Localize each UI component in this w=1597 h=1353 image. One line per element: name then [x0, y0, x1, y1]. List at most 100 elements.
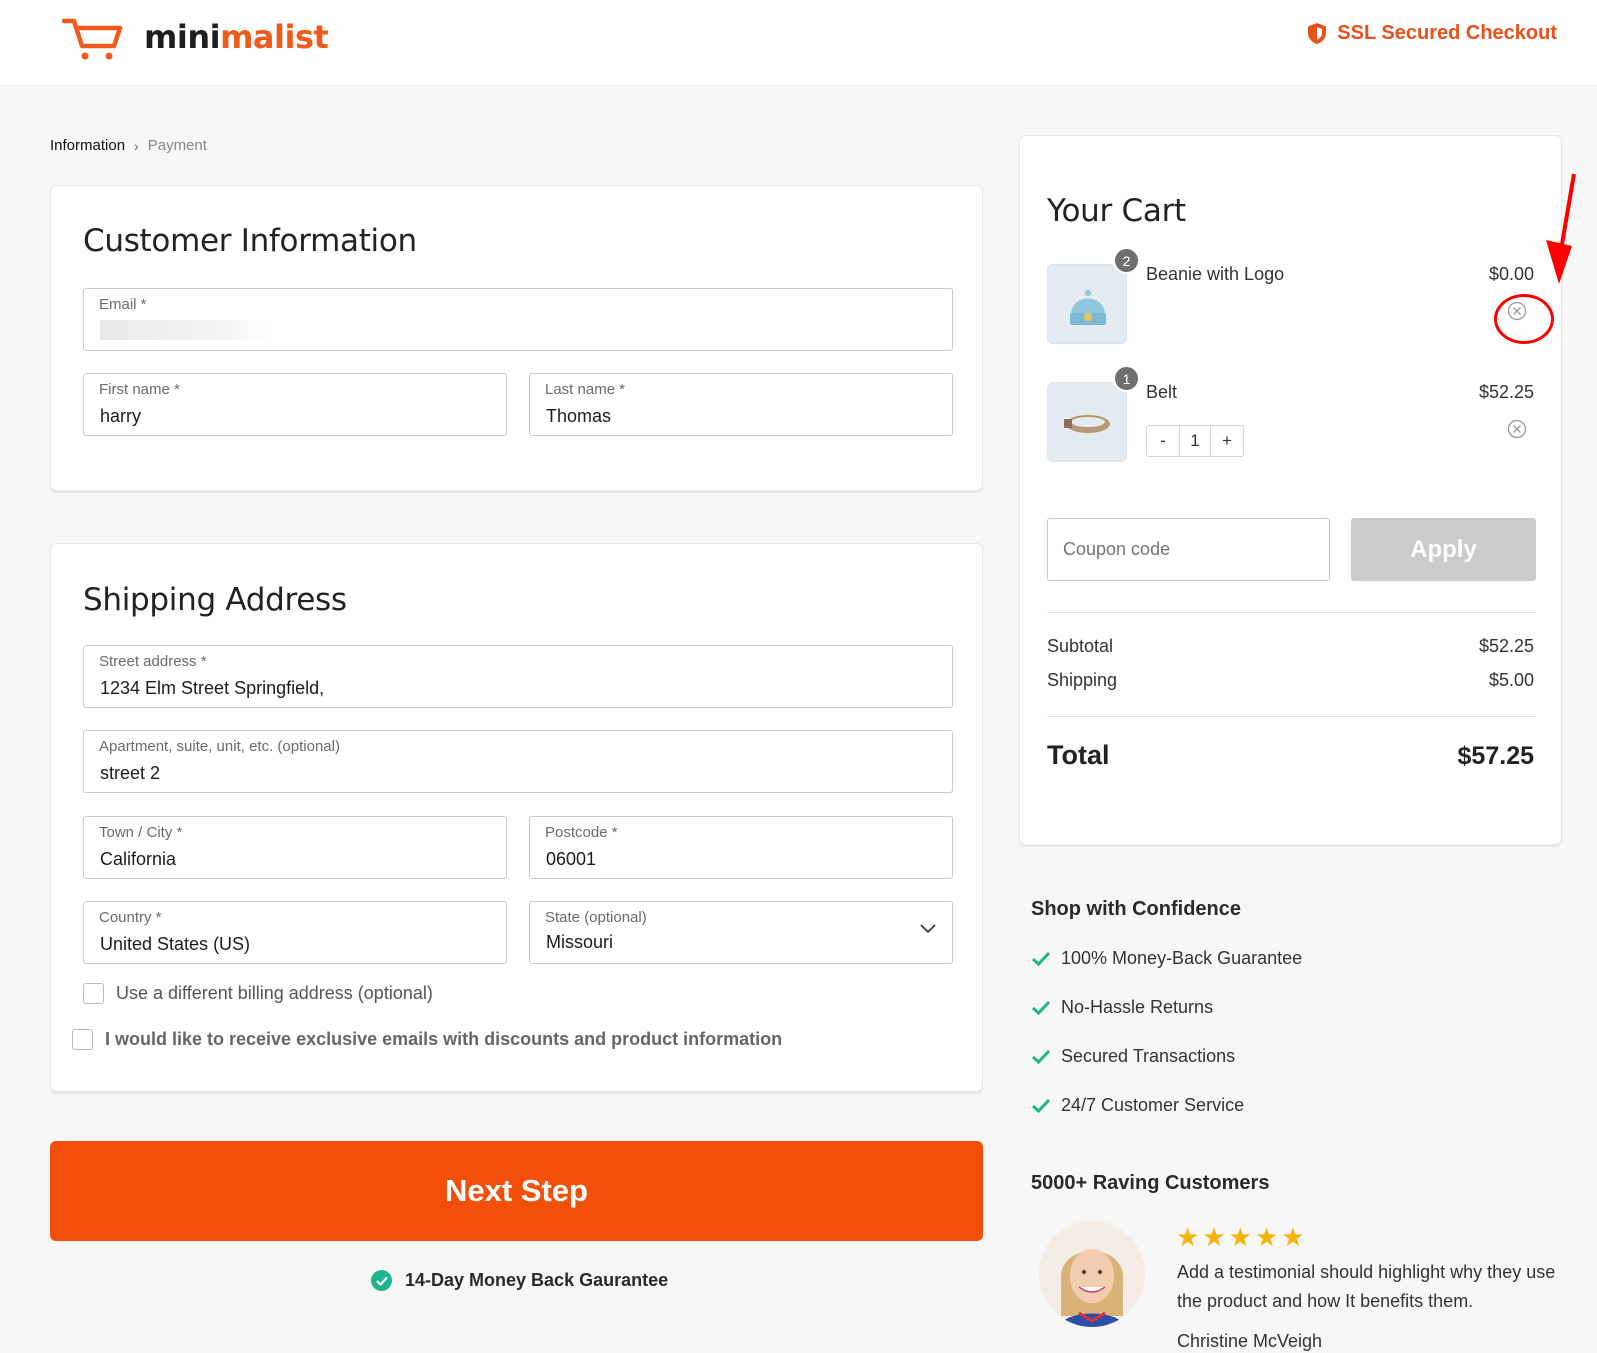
- decrease-quantity-button[interactable]: -: [1147, 426, 1179, 456]
- check-icon: [1031, 951, 1051, 966]
- breadcrumb: Information › Payment: [50, 137, 207, 154]
- breadcrumb-information[interactable]: Information: [50, 137, 125, 154]
- marketing-emails-option: I would like to receive exclusive emails…: [72, 1029, 782, 1050]
- chevron-right-icon: ›: [134, 137, 139, 154]
- site-header: minimalist SSL Secured Checkout: [0, 0, 1597, 86]
- annotation-arrow: [1546, 173, 1576, 284]
- brand-logo[interactable]: minimalist: [62, 14, 329, 60]
- rating-stars: ★ ★ ★ ★ ★: [1176, 1224, 1308, 1250]
- city-value: California: [100, 849, 177, 869]
- confidence-item: No-Hassle Returns: [1031, 997, 1213, 1018]
- first-name-value: harry: [100, 406, 142, 426]
- confidence-item-label: Secured Transactions: [1061, 1046, 1236, 1066]
- confidence-item: 100% Money-Back Guarantee: [1031, 948, 1302, 969]
- shipping-label: Shipping: [1047, 670, 1118, 690]
- street-address-label: Street address *: [99, 653, 207, 670]
- state-select[interactable]: State (optional) Missouri: [529, 901, 953, 964]
- confidence-item-label: No-Hassle Returns: [1061, 997, 1214, 1017]
- guarantee-label: 14-Day Money Back Gaurantee: [405, 1270, 669, 1290]
- cart-item-name: Beanie with Logo: [1146, 264, 1285, 284]
- cart-item-name: Belt: [1146, 382, 1178, 402]
- cart-item-price: $0.00: [1488, 264, 1534, 284]
- money-back-guarantee: 14-Day Money Back Gaurantee: [371, 1270, 668, 1291]
- breadcrumb-payment: Payment: [147, 137, 207, 154]
- postcode-label: Postcode *: [545, 824, 618, 841]
- postcode-field[interactable]: Postcode * 06001: [529, 816, 953, 879]
- confidence-item: 24/7 Customer Service: [1031, 1095, 1244, 1116]
- customer-avatar: [1039, 1221, 1145, 1327]
- star-icon: ★: [1176, 1222, 1200, 1252]
- total-label: Total: [1047, 740, 1110, 770]
- check-icon: [1031, 1098, 1051, 1113]
- divider: [1047, 612, 1536, 613]
- first-name-label: First name *: [99, 381, 180, 398]
- country-value: United States (US): [100, 934, 251, 954]
- ssl-badge: SSL Secured Checkout: [1307, 22, 1557, 45]
- coupon-input[interactable]: [1047, 518, 1330, 581]
- testimonial-author: Christine McVeigh: [1177, 1331, 1323, 1351]
- postcode-value: 06001: [546, 849, 597, 869]
- cart-card: Your Cart 2 Beanie with Logo $0.00 1 Bel…: [1019, 135, 1562, 845]
- shield-icon: [1308, 23, 1327, 44]
- cart-item-price: $52.25: [1478, 382, 1534, 402]
- check-circle-icon: [371, 1270, 392, 1291]
- remove-item-icon[interactable]: [1507, 419, 1527, 439]
- star-icon: ★: [1281, 1222, 1305, 1252]
- last-name-field[interactable]: Last name * Thomas: [529, 373, 953, 436]
- city-field[interactable]: Town / City * California: [83, 816, 507, 879]
- shipping-address-title: Shipping Address: [83, 582, 347, 618]
- subtotal-label: Subtotal: [1047, 636, 1114, 656]
- quantity-stepper: - 1 +: [1146, 425, 1244, 457]
- last-name-value: Thomas: [546, 406, 612, 426]
- last-name-label: Last name *: [545, 381, 626, 398]
- belt-image: [1064, 415, 1110, 433]
- shipping-value: $5.00: [1488, 670, 1534, 690]
- billing-address-checkbox[interactable]: [83, 983, 104, 1004]
- item-quantity-badge: 2: [1113, 247, 1140, 274]
- brand-name: minimalist: [144, 18, 329, 56]
- apartment-field[interactable]: Apartment, suite, unit, etc. (optional) …: [83, 730, 953, 793]
- email-label: Email *: [99, 296, 147, 313]
- item-quantity-badge: 1: [1113, 365, 1140, 392]
- check-icon: [1031, 1049, 1051, 1064]
- confidence-title: Shop with Confidence: [1031, 898, 1241, 920]
- shipping-address-card: Shipping Address Street address * 1234 E…: [50, 543, 983, 1092]
- confidence-item-label: 24/7 Customer Service: [1061, 1095, 1245, 1115]
- state-label: State (optional): [545, 909, 647, 926]
- quantity-value[interactable]: 1: [1179, 426, 1211, 456]
- increase-quantity-button[interactable]: +: [1211, 426, 1243, 456]
- divider: [1047, 716, 1536, 717]
- billing-address-label[interactable]: Use a different billing address (optiona…: [116, 983, 433, 1004]
- marketing-emails-checkbox[interactable]: [72, 1029, 93, 1050]
- billing-address-option: Use a different billing address (optiona…: [83, 983, 433, 1004]
- check-icon: [1031, 1000, 1051, 1015]
- street-address-field[interactable]: Street address * 1234 Elm Street Springf…: [83, 645, 953, 708]
- subtotal-value: $52.25: [1478, 636, 1534, 656]
- confidence-item: Secured Transactions: [1031, 1046, 1235, 1067]
- cart-title: Your Cart: [1047, 193, 1186, 229]
- star-icon: ★: [1202, 1222, 1226, 1252]
- customer-information-title: Customer Information: [83, 223, 417, 259]
- email-value-redacted: [100, 320, 272, 340]
- ssl-label: SSL Secured Checkout: [1337, 22, 1557, 44]
- apartment-label: Apartment, suite, unit, etc. (optional): [99, 738, 340, 755]
- country-field[interactable]: Country * United States (US): [83, 901, 507, 964]
- next-step-button[interactable]: Next Step: [50, 1141, 983, 1241]
- marketing-emails-label[interactable]: I would like to receive exclusive emails…: [105, 1029, 782, 1050]
- street-address-value: 1234 Elm Street Springfield,: [100, 678, 325, 698]
- beanie-image: [1070, 290, 1106, 325]
- first-name-field[interactable]: First name * harry: [83, 373, 507, 436]
- confidence-item-label: 100% Money-Back Guarantee: [1061, 948, 1303, 968]
- total-value: $57.25: [1457, 742, 1534, 770]
- customer-information-card: Customer Information Email * First name …: [50, 185, 983, 491]
- email-field[interactable]: Email *: [83, 288, 953, 351]
- city-label: Town / City *: [99, 824, 183, 841]
- cart-item-image: [1047, 382, 1127, 462]
- country-label: Country *: [99, 909, 162, 926]
- testimonial-text: Add a testimonial should highlight why t…: [1177, 1262, 1556, 1311]
- cart-item-image: [1047, 264, 1127, 344]
- star-icon: ★: [1228, 1222, 1252, 1252]
- star-icon: ★: [1254, 1222, 1279, 1252]
- apartment-value: street 2: [100, 763, 161, 783]
- annotation-circle: [1494, 294, 1554, 344]
